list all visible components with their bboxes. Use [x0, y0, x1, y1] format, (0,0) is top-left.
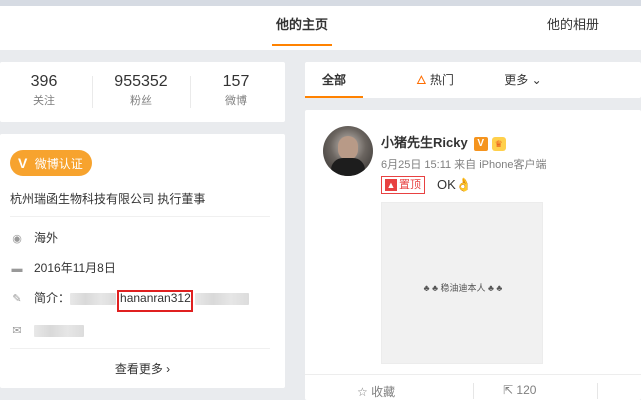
pin-icon: ▲ — [385, 179, 397, 191]
mail-row: ✉ — [10, 320, 84, 340]
filter-hot-tab[interactable]: 🜂 热门 — [405, 62, 465, 98]
edit-icon: ✎ — [12, 293, 22, 305]
stat-following[interactable]: 396 关注 — [0, 72, 88, 110]
verified-v-icon: V — [18, 155, 28, 171]
stat-fans-count: 955352 — [114, 73, 168, 90]
highlight-annotation-box — [117, 290, 193, 312]
action-divider — [473, 383, 474, 399]
star-icon: ☆ — [357, 385, 368, 399]
birthday-row: ▬ 2016年11月8日 — [10, 258, 116, 278]
filter-all-tab[interactable]: 全部 — [305, 62, 363, 98]
post-text: OK👌 — [437, 177, 472, 192]
tab-album[interactable]: 他的相册 — [533, 0, 613, 50]
filter-hot-label: 热门 — [429, 73, 454, 87]
post-image[interactable]: ♣ ♣ 稳油迪本人 ♣ ♣ — [381, 202, 543, 364]
verify-badge-label: 微博认证 — [34, 157, 83, 171]
divider — [10, 348, 270, 349]
avatar-body — [331, 158, 365, 176]
share-icon: ⇱ — [503, 383, 514, 397]
filter-all-label: 全部 — [321, 73, 346, 87]
image-watermark: ♣ ♣ 稳油迪本人 ♣ ♣ — [423, 283, 503, 293]
blurred-text — [70, 292, 117, 305]
stat-weibo-count: 157 — [222, 73, 250, 90]
stat-following-label: 关注 — [33, 95, 55, 107]
share-button[interactable]: ⇱ 120 — [503, 383, 536, 397]
post-username[interactable]: 小猪先生Ricky — [381, 135, 468, 150]
filter-more-tab[interactable]: 更多 ⌄ — [493, 62, 553, 98]
verify-badge[interactable]: V 微博认证 — [10, 150, 92, 176]
favorite-button[interactable]: ☆ 收藏 — [357, 383, 395, 400]
location-value: 海外 — [34, 231, 59, 245]
profile-info-card: V 微博认证 杭州瑞函生物科技有限公司 执行董事 ◉ 海外 ▬ 2016年11月8日… — [0, 134, 285, 388]
stat-weibo-label: 微博 — [225, 95, 247, 107]
pinned-badge: ▲ 置顶 — [381, 176, 425, 194]
divider — [10, 216, 270, 217]
stat-divider — [190, 76, 191, 108]
tab-home-underline — [272, 44, 332, 46]
birthday-value: 2016年11月8日 — [34, 261, 116, 275]
filter-all-underline — [305, 96, 363, 98]
mail-icon: ✉ — [12, 325, 22, 337]
location-row: ◉ 海外 — [10, 228, 58, 248]
location-pin-icon: ◉ — [12, 233, 22, 245]
view-more-link[interactable]: 查看更多 › — [0, 360, 285, 377]
blurred-text — [34, 324, 84, 337]
share-count: 120 — [516, 383, 537, 397]
filter-more-label: 更多 ⌄ — [504, 73, 542, 87]
stat-following-count: 396 — [30, 73, 58, 90]
company-title: 杭州瑞函生物科技有限公司 执行董事 — [10, 192, 206, 206]
stat-fans-label: 粉丝 — [130, 95, 152, 107]
flame-icon: 🜂 — [416, 73, 427, 87]
stat-weibo[interactable]: 157 微博 — [192, 72, 280, 110]
avatar[interactable] — [323, 126, 373, 176]
post-card: 小猪先生Ricky V ♛ 6月25日 15:11 来自 iPhone客户端 ▲ 置顶… — [305, 110, 641, 400]
favorite-label: 收藏 — [371, 385, 396, 399]
bio-label: 简介： — [34, 291, 71, 305]
stats-card: 396 关注 955352 粉丝 157 微博 — [0, 62, 285, 122]
tab-home[interactable]: 他的主页 — [262, 0, 342, 50]
post-username-row: 小猪先生Ricky V ♛ — [381, 132, 506, 151]
pinned-label: 置顶 — [399, 179, 421, 191]
avatar-head — [338, 136, 358, 160]
cake-icon: ▬ — [11, 263, 23, 275]
blurred-text — [194, 292, 249, 305]
stat-fans[interactable]: 955352 粉丝 — [97, 72, 185, 110]
stat-divider — [92, 76, 93, 108]
tab-home-label: 他的主页 — [275, 17, 328, 32]
profile-tab-bar: 他的主页 他的相册 — [0, 0, 641, 50]
post-action-bar: ☆ 收藏 ⇱ 120 — [305, 374, 641, 400]
feed-filter-bar: 全部 🜂 热门 更多 ⌄ — [305, 62, 641, 98]
post-meta: 6月25日 15:11 来自 iPhone客户端 — [381, 159, 547, 171]
verified-v-icon: V — [473, 136, 488, 151]
tab-album-label: 他的相册 — [546, 17, 599, 32]
action-divider — [597, 383, 598, 399]
member-crown-icon: ♛ — [491, 136, 506, 151]
